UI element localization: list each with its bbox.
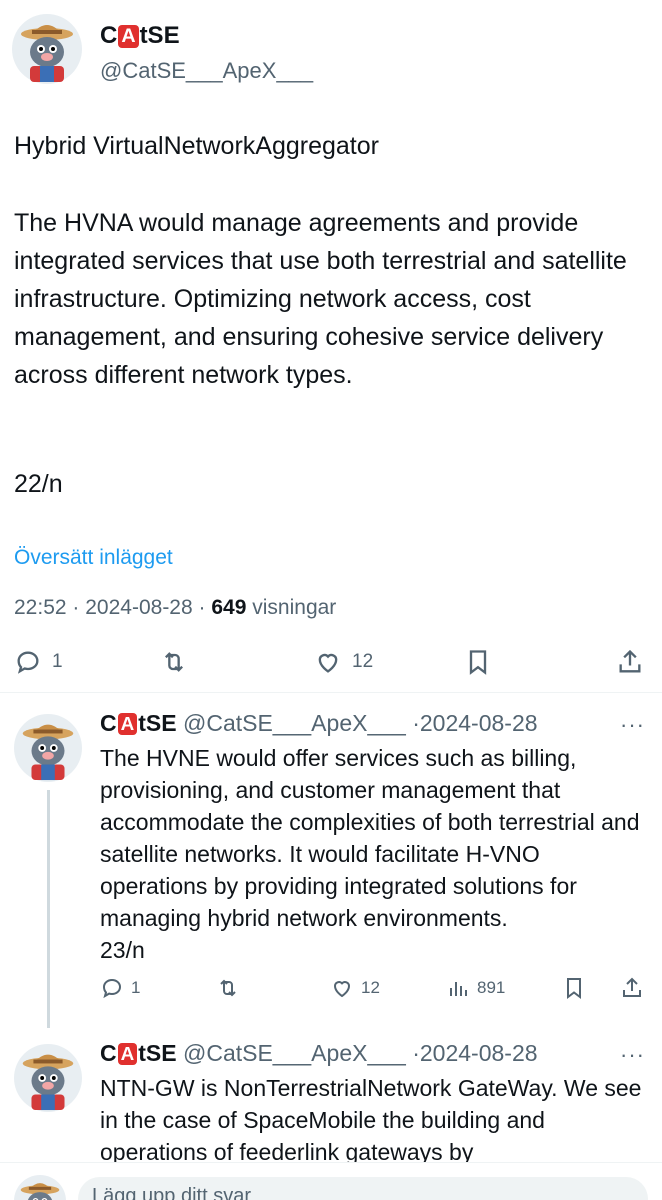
author-name[interactable]: C AtSE [100, 22, 180, 50]
reply-icon [102, 978, 122, 999]
author-avatar[interactable] [12, 14, 82, 84]
thread-number: 23/n [100, 937, 145, 963]
author-avatar[interactable] [14, 1044, 82, 1112]
tweet-time[interactable]: 22:52 [14, 596, 67, 619]
translate-link[interactable]: Översätt inlägget [14, 546, 173, 570]
header-separator: · [412, 1040, 420, 1066]
bookmark-icon [469, 650, 487, 675]
bookmark-icon [567, 978, 581, 999]
reply-button[interactable]: 1 [14, 648, 63, 676]
author-handle[interactable]: @CatSE___ApeX___ [183, 710, 406, 736]
author-name-post: tSE [139, 22, 180, 49]
heart-icon [333, 981, 351, 998]
share-button[interactable] [620, 976, 644, 1000]
like-count: 12 [361, 978, 380, 997]
thread-number: 22/n [14, 470, 63, 498]
author-avatar[interactable] [14, 714, 82, 782]
author-handle[interactable]: @CatSE___ApeX___ [183, 1040, 406, 1066]
author-name-post: tSE [138, 710, 177, 736]
reply-count: 1 [131, 978, 141, 997]
reply-button[interactable]: 1 [100, 976, 140, 1000]
retweet-button[interactable] [160, 648, 188, 676]
reply-composer: Lägg upp ditt svar [0, 1162, 662, 1200]
share-button[interactable] [616, 648, 644, 676]
divider [0, 692, 662, 693]
author-name-pre: C [100, 22, 118, 49]
views-button[interactable]: 891 [446, 976, 505, 1000]
tweet-date[interactable]: 2024-08-28 [420, 710, 538, 736]
reply-icon [17, 651, 39, 674]
author-name-pre: C [100, 710, 117, 736]
more-options-icon[interactable]: ··· [620, 1042, 645, 1068]
reply-input[interactable]: Lägg upp ditt svar [78, 1177, 648, 1200]
views-label: visningar [252, 596, 337, 619]
user-avatar[interactable] [14, 1175, 66, 1200]
like-count: 12 [352, 651, 374, 672]
meta-separator: · [198, 596, 206, 619]
tweet-meta: 22:52 · 2024-08-28 · 649 visningar [14, 596, 336, 620]
reply-header: C AtSE @CatSE___ApeX___ ·2024-08-28 [100, 1040, 538, 1067]
tweet-body: The HVNA would manage agreements and pro… [14, 209, 627, 389]
bookmark-button[interactable] [562, 976, 586, 1000]
tweet-body: The HVNE would offer services such as bi… [100, 745, 640, 931]
more-options-icon[interactable]: ··· [620, 712, 645, 738]
like-button[interactable]: 12 [314, 648, 373, 676]
reply-count: 1 [52, 651, 63, 672]
heart-icon [318, 653, 338, 673]
tweet-date[interactable]: 2024-08-28 [85, 596, 192, 619]
bookmark-button[interactable] [464, 648, 492, 676]
author-handle[interactable]: @CatSE___ApeX___ [100, 58, 313, 84]
a-emoji-badge: A [117, 1043, 138, 1065]
share-icon [623, 977, 641, 997]
meta-separator: · [72, 596, 80, 619]
author-name[interactable]: C AtSE [100, 1040, 177, 1066]
share-icon [619, 649, 641, 673]
tweet-actions: 1 12 891 [0, 974, 662, 1008]
like-button[interactable]: 12 [330, 976, 380, 1000]
retweet-icon [165, 652, 183, 672]
views-count: 891 [477, 978, 506, 997]
views-count: 649 [211, 596, 247, 619]
a-emoji-badge: A [118, 25, 139, 48]
author-name-post: tSE [138, 1040, 177, 1066]
retweet-button[interactable] [216, 976, 240, 1000]
header-separator: · [412, 710, 420, 736]
tweet-date[interactable]: 2024-08-28 [420, 1040, 538, 1066]
reply-header: C AtSE @CatSE___ApeX___ ·2024-08-28 [100, 710, 538, 737]
tweet-title: Hybrid VirtualNetworkAggregator [14, 132, 379, 160]
tweet-body: NTN-GW is NonTerrestrialNetwork GateWay.… [100, 1075, 642, 1165]
tweet-actions: 1 12 [0, 642, 662, 684]
retweet-icon [220, 979, 236, 997]
author-name-pre: C [100, 1040, 117, 1066]
views-chart-icon [450, 982, 467, 996]
author-name[interactable]: C AtSE [100, 710, 177, 736]
a-emoji-badge: A [117, 713, 138, 735]
